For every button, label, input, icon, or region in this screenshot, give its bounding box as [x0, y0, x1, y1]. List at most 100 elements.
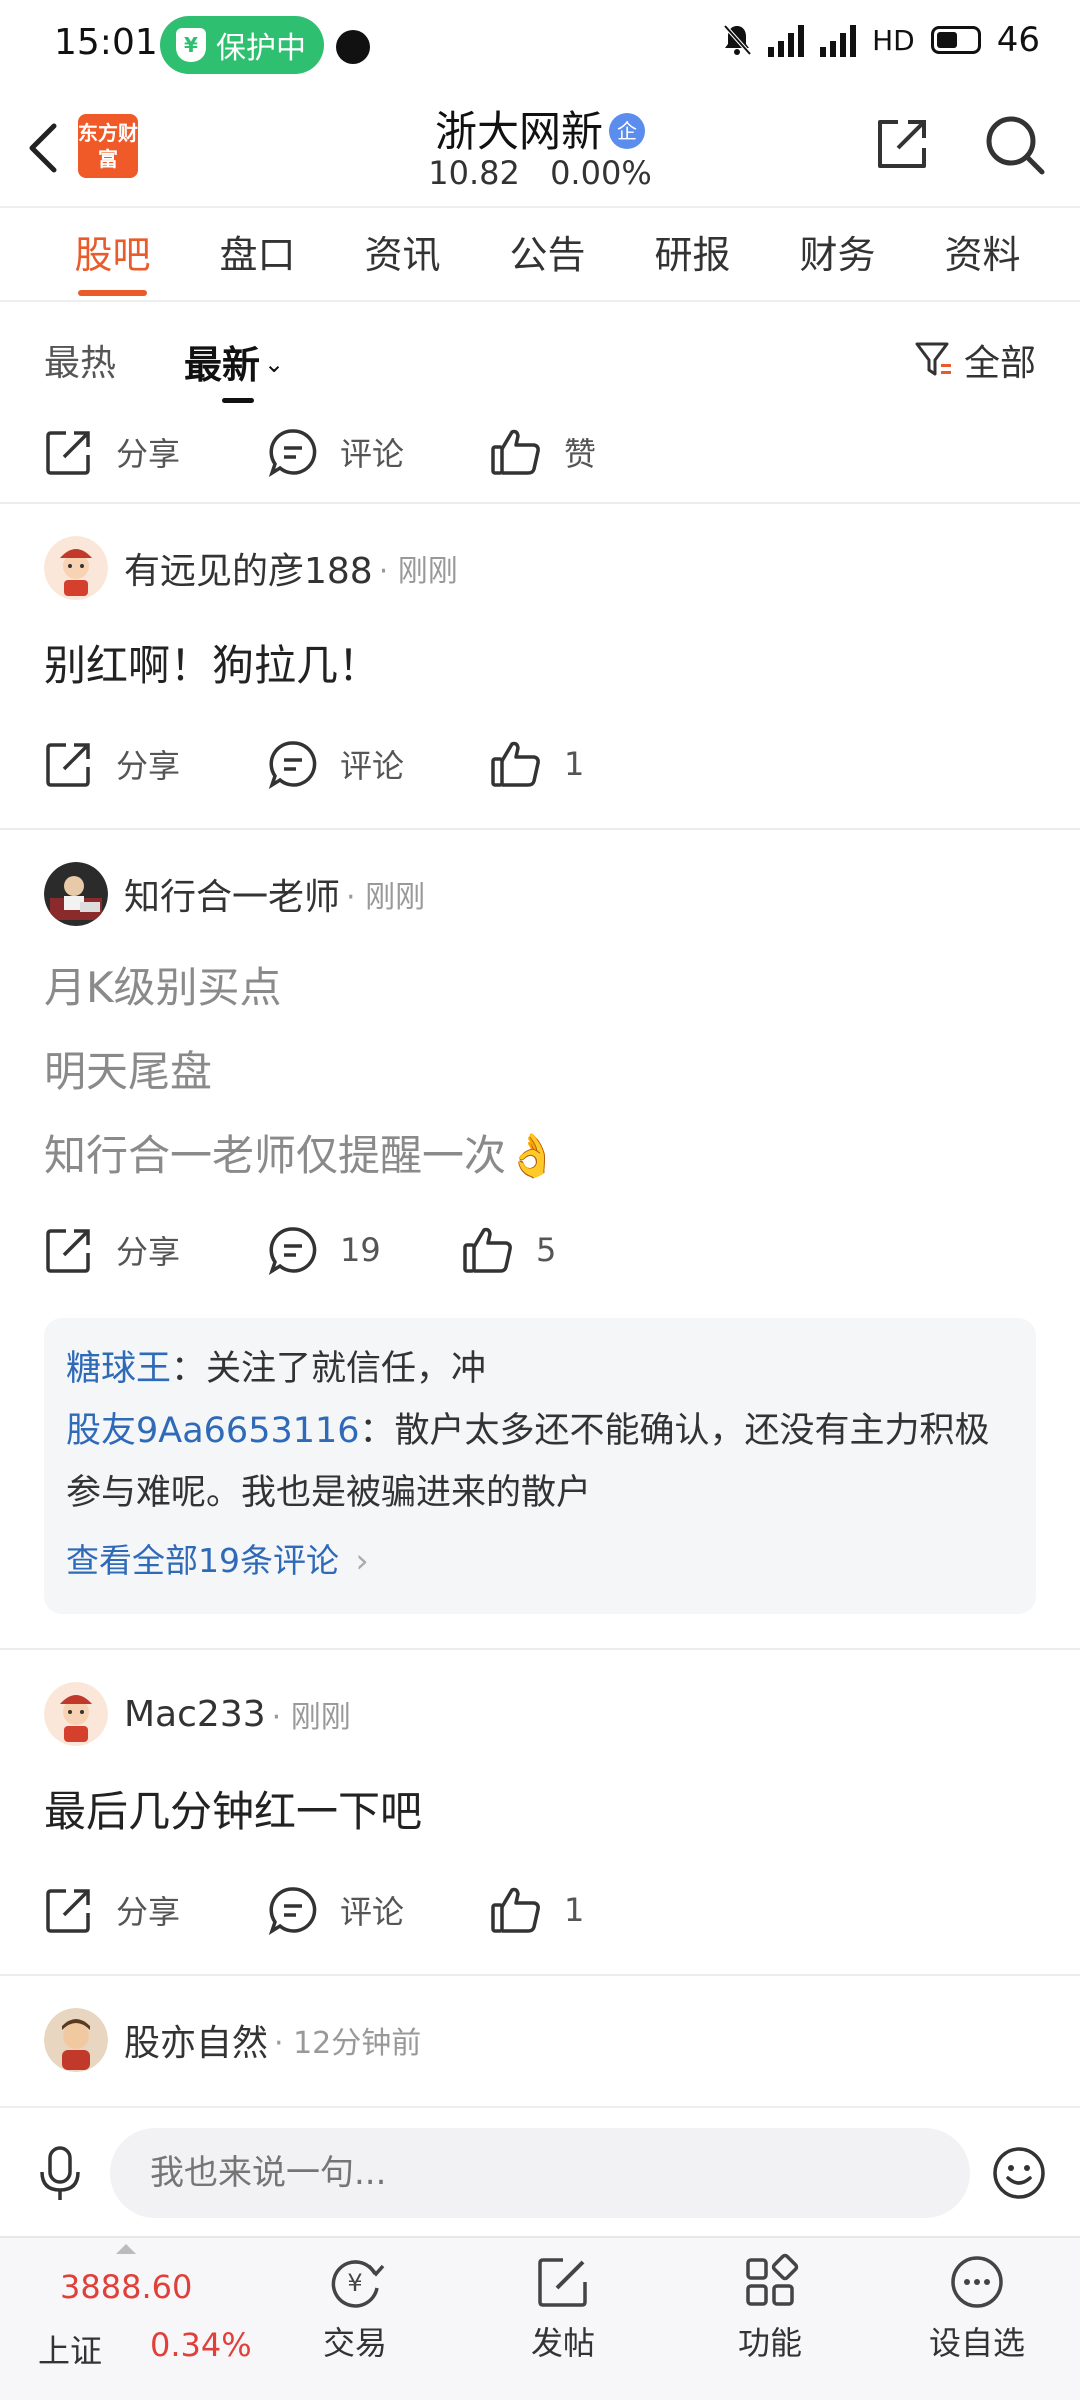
microphone-icon[interactable]: [38, 2146, 82, 2202]
post-time: · 12分钟前: [274, 2026, 422, 2061]
comment-icon: [268, 741, 317, 789]
comment-text: ：关注了就信任，冲: [171, 1349, 487, 1389]
avatar[interactable]: [44, 536, 108, 600]
share-label: 分享: [116, 1233, 181, 1271]
comment-user[interactable]: 股友9Aa6653116: [66, 1411, 360, 1451]
notification-dot-icon: [336, 30, 370, 64]
avatar[interactable]: [44, 2008, 108, 2072]
author-name[interactable]: Mac233: [124, 1694, 266, 1735]
post-actions: 分享 评论 1: [0, 1862, 1080, 1958]
author-name[interactable]: 知行合一老师: [124, 868, 340, 920]
sort-active-indicator: [222, 398, 254, 403]
stock-name: 浙大网新: [434, 107, 603, 156]
view-all-label: 查看全部19条评论: [66, 1541, 339, 1580]
comment-user[interactable]: 糖球王: [66, 1349, 171, 1389]
sort-bar: 最热 最新 ⌄ 全部: [0, 304, 1080, 404]
comment-item: 股友9Aa6653116：散户太多还不能确认，还没有主力积极参与难呢。我也是被骗…: [66, 1400, 1014, 1524]
comment-action[interactable]: 评论: [268, 1862, 404, 1958]
share-action[interactable]: 分享: [44, 716, 180, 812]
share-action[interactable]: 分享: [44, 1862, 180, 1958]
tab-profile[interactable]: 资料: [910, 210, 1055, 300]
sort-hot[interactable]: 最热: [44, 334, 116, 386]
share-label: 分享: [116, 435, 181, 473]
sort-latest[interactable]: 最新 ⌄: [184, 334, 284, 389]
post-text-line: 知行合一老师仅提醒一次👌: [44, 1131, 559, 1180]
stock-price: 10.82: [428, 154, 520, 192]
share-action[interactable]: 分享: [44, 404, 180, 500]
stock-header: 东方财富 浙大网新企 10.82 0.00%: [0, 90, 1080, 208]
share-icon[interactable]: [872, 114, 932, 174]
comment-action[interactable]: 评论: [268, 716, 404, 812]
nav-trade[interactable]: ¥ 交易: [275, 2252, 435, 2364]
filter-label: 全部: [963, 343, 1036, 384]
view-all-comments-link[interactable]: 查看全部19条评论 ›: [66, 1530, 1014, 1592]
status-indicators: HD 46: [722, 20, 1040, 60]
status-bar: 15:01 ¥ 保护中 HD 46: [0, 0, 1080, 90]
post-actions: 分享 19 5: [0, 1202, 1080, 1298]
like-action[interactable]: 1: [490, 1862, 584, 1958]
hd-indicator: HD: [872, 23, 915, 57]
battery-level: 46: [996, 20, 1040, 60]
tab-guba[interactable]: 股吧: [40, 210, 185, 300]
mute-bell-icon: [723, 24, 752, 56]
index-name: 上证: [38, 2332, 103, 2370]
post-card[interactable]: 有远见的彦188 · 刚刚 别红啊！狗拉几！ 分享 评论 1: [0, 504, 1080, 830]
post-content: 月K级别买点 明天尾盘 知行合一老师仅提醒一次👌: [0, 942, 1080, 1202]
tab-announcements[interactable]: 公告: [475, 210, 620, 300]
comment-action[interactable]: 19: [268, 1202, 381, 1298]
post-feed[interactable]: 分享 评论 赞 有远见的彦188 · 刚刚 别红啊！狗拉几！ 分享 评论 1 知…: [0, 404, 1080, 2104]
comment-preview[interactable]: 糖球王：关注了就信任，冲 股友9Aa6653116：散户太多还不能确认，还没有主…: [44, 1318, 1036, 1614]
index-value: 3888.60: [60, 2268, 193, 2306]
thumbs-up-icon: [463, 1227, 512, 1273]
post-time: · 刚刚: [346, 880, 426, 915]
avatar[interactable]: [44, 862, 108, 926]
tab-financials[interactable]: 财务: [765, 210, 910, 300]
comment-count: 19: [340, 1231, 381, 1269]
post-actions: 分享 评论 1: [0, 716, 1080, 812]
search-icon[interactable]: [982, 112, 1048, 178]
tab-news[interactable]: 资讯: [330, 210, 475, 300]
author-name[interactable]: 有远见的彦188: [124, 542, 373, 594]
market-index-widget[interactable]: 3888.60 上证 0.34%: [0, 2238, 252, 2400]
thumbs-up-icon: [491, 1887, 540, 1933]
post-text-line: 月K级别买点: [44, 963, 282, 1012]
nav-post[interactable]: 发帖: [483, 2252, 643, 2364]
tab-research[interactable]: 研报: [620, 210, 765, 300]
comment-icon: [268, 1887, 317, 1935]
nav-post-label: 发帖: [530, 2324, 595, 2362]
comment-action[interactable]: 评论: [268, 404, 404, 500]
filter-button[interactable]: 全部: [914, 334, 1036, 386]
svg-text:¥: ¥: [347, 2269, 362, 2297]
post-card[interactable]: 股亦自然 · 12分钟前: [0, 1976, 1080, 2088]
comment-input-bar: [0, 2106, 1080, 2234]
share-label: 分享: [116, 1893, 181, 1931]
author-name[interactable]: 股亦自然: [124, 2014, 268, 2066]
share-icon: [46, 1229, 90, 1273]
like-action[interactable]: 赞: [490, 404, 596, 500]
chevron-down-icon: ⌄: [264, 350, 285, 378]
caret-up-icon: [116, 2244, 136, 2254]
comment-label: 评论: [340, 747, 405, 785]
post-card[interactable]: Mac233 · 刚刚 最后几分钟红一下吧 分享 评论 1: [0, 1650, 1080, 1976]
comment-icon: [268, 429, 317, 477]
like-action[interactable]: 5: [462, 1202, 556, 1298]
like-count: 1: [564, 1891, 585, 1929]
post-content: 别红啊！狗拉几！: [0, 616, 1080, 716]
post-time-text: 12分钟前: [293, 2026, 422, 2061]
post-card[interactable]: 知行合一老师 · 刚刚 月K级别买点 明天尾盘 知行合一老师仅提醒一次👌 分享 …: [0, 830, 1080, 1650]
bottom-nav: 3888.60 上证 0.34% ¥ 交易 发帖 功能 设自选: [0, 2236, 1080, 2400]
avatar[interactable]: [44, 1682, 108, 1746]
comment-input[interactable]: [110, 2128, 970, 2218]
chevron-right-icon: ›: [355, 1541, 369, 1580]
share-action[interactable]: 分享: [44, 1202, 180, 1298]
nav-function-label: 功能: [737, 2324, 802, 2362]
share-icon: [46, 431, 90, 475]
like-count: 1: [564, 745, 585, 783]
tab-pankou[interactable]: 盘口: [185, 210, 330, 300]
grid-apps-icon: [746, 2253, 799, 2306]
nav-watchlist[interactable]: 设自选: [897, 2252, 1057, 2364]
emoji-icon[interactable]: [992, 2146, 1046, 2200]
nav-function[interactable]: 功能: [690, 2252, 850, 2364]
like-action[interactable]: 1: [490, 716, 584, 812]
filter-icon: [915, 342, 951, 376]
